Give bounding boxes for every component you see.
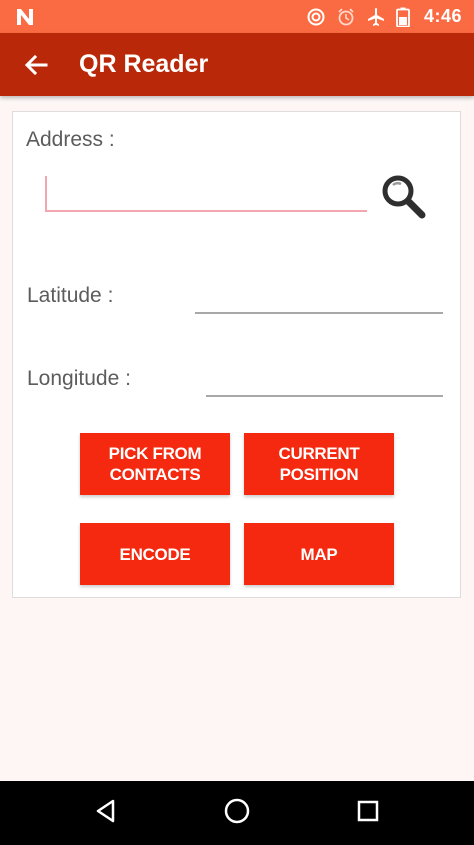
back-button[interactable] bbox=[16, 47, 56, 87]
status-time: 4:46 bbox=[423, 6, 462, 26]
nav-home-button[interactable] bbox=[217, 793, 257, 833]
nav-home-circle-icon bbox=[223, 797, 251, 830]
status-bar: 4:46 bbox=[0, 0, 474, 33]
notification-n-icon bbox=[14, 6, 36, 28]
magnifier-icon bbox=[379, 172, 427, 225]
app-bar: QR Reader bbox=[0, 33, 474, 96]
latitude-label: Latitude : bbox=[27, 284, 114, 307]
nav-recents-button[interactable] bbox=[348, 793, 388, 833]
nav-back-button[interactable] bbox=[86, 793, 126, 833]
search-button[interactable] bbox=[377, 172, 429, 224]
sync-icon bbox=[306, 7, 326, 27]
app-title: QR Reader bbox=[79, 50, 209, 78]
address-input[interactable] bbox=[45, 176, 367, 212]
map-button[interactable]: MAP bbox=[244, 523, 394, 585]
battery-icon bbox=[396, 7, 410, 27]
nav-back-triangle-icon bbox=[93, 798, 119, 829]
pick-from-contacts-button[interactable]: PICK FROM CONTACTS bbox=[80, 433, 230, 495]
latitude-input[interactable] bbox=[195, 280, 443, 314]
navigation-bar bbox=[0, 781, 474, 845]
encode-button[interactable]: ENCODE bbox=[80, 523, 230, 585]
longitude-label: Longitude : bbox=[27, 367, 131, 390]
qr-form-card: Address : Latitude : Longitude : PICK FR… bbox=[12, 111, 461, 598]
address-label: Address : bbox=[26, 128, 115, 151]
airplane-icon bbox=[366, 7, 386, 27]
longitude-input[interactable] bbox=[206, 363, 443, 397]
nav-recents-square-icon bbox=[356, 799, 380, 828]
alarm-icon bbox=[336, 7, 356, 27]
status-icons: 4:46 bbox=[306, 0, 462, 33]
current-position-button[interactable]: CURRENT POSITION bbox=[244, 433, 394, 495]
arrow-left-icon bbox=[23, 52, 49, 83]
